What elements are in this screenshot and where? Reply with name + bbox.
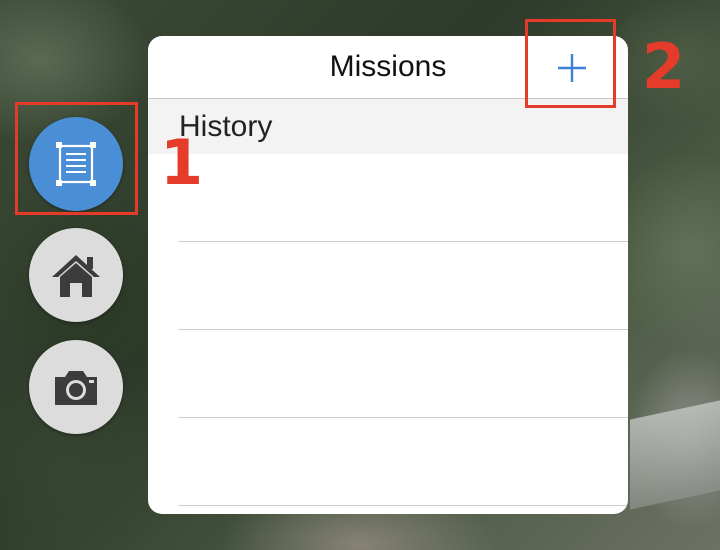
map-building-rooftop <box>630 400 720 510</box>
home-button[interactable] <box>29 228 123 322</box>
camera-icon <box>55 371 97 405</box>
panel-title: Missions <box>329 50 447 83</box>
annotation-box-1 <box>15 102 138 215</box>
list-item[interactable] <box>148 330 628 418</box>
list-item[interactable] <box>148 242 628 330</box>
annotation-box-2 <box>525 19 616 108</box>
list-item[interactable] <box>148 418 628 506</box>
row-divider <box>178 505 628 506</box>
annotation-label-1: 1 <box>160 126 204 199</box>
annotation-label-2: 2 <box>642 30 686 103</box>
list-item[interactable] <box>148 154 628 242</box>
camera-button[interactable] <box>29 340 123 434</box>
home-icon <box>52 255 100 297</box>
